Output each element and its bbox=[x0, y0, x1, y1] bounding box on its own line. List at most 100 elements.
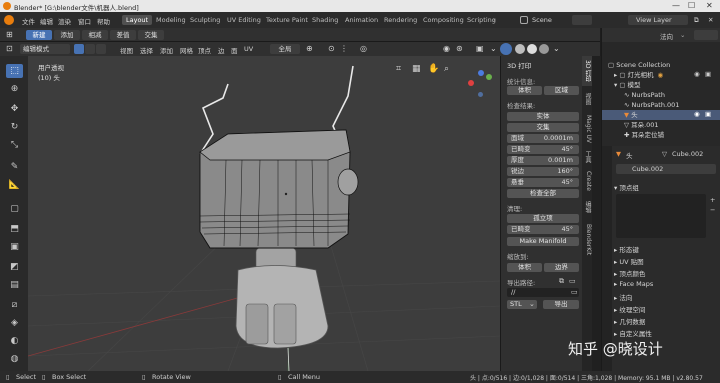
export-folder-icon[interactable]: ▭ bbox=[569, 277, 576, 285]
tab-edit[interactable]: 编辑 bbox=[582, 196, 592, 218]
material-shading-icon[interactable] bbox=[527, 44, 537, 54]
close-view-layer-icon[interactable]: ✕ bbox=[708, 16, 713, 24]
mode-select[interactable]: 编辑模式 bbox=[20, 44, 70, 54]
copy-icon[interactable]: ⧉ bbox=[694, 16, 699, 25]
outliner-row[interactable]: ▢ Scene Collection bbox=[602, 60, 720, 70]
workspace-tab-uv-editing[interactable]: UV Editing bbox=[223, 15, 265, 25]
gizmo-z-icon[interactable] bbox=[478, 70, 484, 76]
transform-orientation-select[interactable]: 全局 bbox=[270, 44, 300, 54]
blender-menu-icon[interactable] bbox=[4, 15, 14, 25]
menu-mesh[interactable]: 网格 bbox=[180, 45, 193, 55]
measure-tool-icon[interactable]: 📐 bbox=[6, 178, 23, 192]
menu-select[interactable]: 选择 bbox=[140, 45, 153, 55]
tab-tool[interactable]: 工具 bbox=[582, 148, 592, 166]
inset-tool-icon[interactable]: ▣ bbox=[6, 240, 23, 254]
menu-vertex[interactable]: 顶点 bbox=[198, 45, 211, 55]
distorted-field[interactable]: 已畸变 45° bbox=[507, 145, 579, 154]
workspace-tab-shading[interactable]: Shading bbox=[308, 15, 342, 25]
outliner-row[interactable]: ▸ ▢ 灯光相机 ◉ bbox=[602, 70, 720, 80]
edge-select-icon[interactable] bbox=[85, 44, 95, 54]
xray-icon[interactable]: ▣ bbox=[476, 44, 484, 53]
outliner-row[interactable]: ✚ 耳朵定位铺 bbox=[602, 130, 720, 140]
export-copy-icon[interactable]: ⧉ bbox=[559, 277, 564, 286]
vertex-select-icon[interactable] bbox=[74, 44, 84, 54]
editor-type-icon[interactable]: ⊞ bbox=[6, 30, 13, 39]
workspace-scroll-icon[interactable]: › bbox=[493, 16, 496, 24]
solid-shading-icon[interactable] bbox=[515, 44, 525, 54]
add-button[interactable]: 添加 bbox=[54, 30, 80, 40]
add-cube-tool-icon[interactable]: ▢ bbox=[6, 202, 23, 216]
menu-help[interactable]: 帮助 bbox=[97, 16, 110, 26]
pivot-icon[interactable]: ⊕ bbox=[306, 44, 313, 53]
export-path-folder-icon[interactable]: ▭ bbox=[571, 288, 578, 296]
degenerate-field[interactable]: 面域 0.0001m bbox=[507, 134, 579, 143]
thickness-field[interactable]: 厚度 0.001m bbox=[507, 156, 579, 165]
rendered-shading-icon[interactable] bbox=[539, 44, 549, 54]
visibility-eye-icon[interactable]: ◉ bbox=[694, 70, 700, 78]
gizmo-x-icon[interactable] bbox=[468, 80, 474, 86]
gizmo-dropdown-icon[interactable]: ⌄ bbox=[490, 44, 497, 53]
outliner-row[interactable]: ∿ NurbsPath.001 bbox=[602, 100, 720, 110]
outliner-row[interactable]: ∿ NurbsPath bbox=[602, 90, 720, 100]
workspace-tab-animation[interactable]: Animation bbox=[341, 15, 382, 25]
scale-tool-icon[interactable]: ⤡ bbox=[6, 138, 23, 152]
mesh-datablock-field[interactable]: Cube.002 bbox=[616, 164, 716, 174]
tab-3d-print[interactable]: 3D 打印 bbox=[582, 56, 592, 86]
snap-target-icon[interactable]: ⋮ bbox=[340, 44, 348, 53]
move-tool-icon[interactable]: ✥ bbox=[6, 102, 23, 116]
workspace-tab-texture-paint[interactable]: Texture Paint bbox=[262, 15, 312, 25]
export-button[interactable]: 导出 bbox=[543, 300, 579, 309]
select-box-tool-icon[interactable]: ⬚ bbox=[6, 64, 23, 78]
rotate-tool-icon[interactable]: ↻ bbox=[6, 120, 23, 134]
menu-window[interactable]: 窗口 bbox=[78, 16, 91, 26]
expand-icon[interactable]: ▾ ▢ bbox=[614, 81, 628, 89]
gizmo-neg-z-icon[interactable] bbox=[478, 92, 483, 97]
section-vertex-groups[interactable]: ▾ 顶点组 bbox=[614, 182, 639, 192]
tab-magic-uv[interactable]: Magic UV bbox=[582, 112, 592, 146]
spin-tool-icon[interactable]: ◐ bbox=[6, 334, 23, 348]
tab-view[interactable]: 视图 bbox=[582, 88, 592, 110]
menu-uv[interactable]: UV bbox=[244, 45, 253, 53]
camera-view-icon[interactable]: ⌗ bbox=[396, 64, 401, 74]
normal-orientation-label[interactable]: 法向 bbox=[660, 31, 673, 41]
shading-dropdown-icon[interactable]: ⌄ bbox=[553, 44, 560, 53]
scene-icon[interactable] bbox=[520, 16, 528, 24]
section-vertex-colors[interactable]: ▸ 顶点颜色 bbox=[614, 268, 645, 278]
viewport-editor-icon[interactable]: ⊡ bbox=[6, 44, 13, 53]
workspace-tab-layout[interactable]: Layout bbox=[122, 15, 153, 25]
workspace-tab-modeling[interactable]: Modeling bbox=[152, 15, 190, 25]
intersect-button[interactable]: 交集 bbox=[138, 30, 164, 40]
loop-cut-tool-icon[interactable]: ▤ bbox=[6, 278, 23, 292]
section-uv-maps[interactable]: ▸ UV 贴图 bbox=[614, 256, 644, 266]
poly-build-tool-icon[interactable]: ◈ bbox=[6, 316, 23, 330]
format-dropdown-icon[interactable]: ⌄ bbox=[529, 300, 535, 308]
perspective-toggle-icon[interactable]: ▦ bbox=[412, 64, 421, 74]
vertex-group-list[interactable] bbox=[616, 194, 706, 238]
cursor-tool-icon[interactable]: ⊕ bbox=[6, 82, 23, 96]
section-shape-keys[interactable]: ▸ 形态键 bbox=[614, 244, 639, 254]
workspace-tab-rendering[interactable]: Rendering bbox=[380, 15, 421, 25]
export-path-field[interactable]: // bbox=[507, 288, 579, 297]
check-all-button[interactable]: 检查全部 bbox=[507, 189, 579, 198]
sharp-field[interactable]: 锐边 160° bbox=[507, 167, 579, 176]
minimize-icon[interactable]: — bbox=[672, 1, 680, 10]
visibility-eye-icon[interactable]: ◉ bbox=[694, 110, 700, 118]
menu-edge[interactable]: 边 bbox=[218, 45, 225, 55]
show-gizmo-icon[interactable]: ◉ bbox=[443, 44, 450, 53]
add-vertex-group-icon[interactable]: + bbox=[710, 196, 715, 204]
new-button[interactable]: 新建 bbox=[26, 30, 52, 40]
snap-icon[interactable]: ⊙ bbox=[328, 44, 335, 53]
scene-name[interactable]: Scene bbox=[532, 16, 552, 24]
area-button[interactable]: 区域 bbox=[544, 86, 579, 95]
knife-tool-icon[interactable]: ⧄ bbox=[6, 298, 23, 312]
scale-bounds-button[interactable]: 边界 bbox=[544, 263, 579, 272]
render-camera-icon[interactable]: ▣ bbox=[705, 70, 711, 78]
print-panel-title[interactable]: 3D 打印 bbox=[507, 60, 531, 70]
tab-create[interactable]: Create bbox=[582, 168, 592, 194]
tab-blenderkit[interactable]: BlenderKit bbox=[582, 220, 592, 260]
outliner-row[interactable]: ▽ 耳朵.001 bbox=[602, 120, 720, 130]
options-button[interactable] bbox=[694, 30, 718, 40]
isolated-button[interactable]: 孤立项 bbox=[507, 214, 579, 223]
close-icon[interactable]: ✕ bbox=[706, 1, 713, 10]
subtract-button[interactable]: 相减 bbox=[82, 30, 108, 40]
